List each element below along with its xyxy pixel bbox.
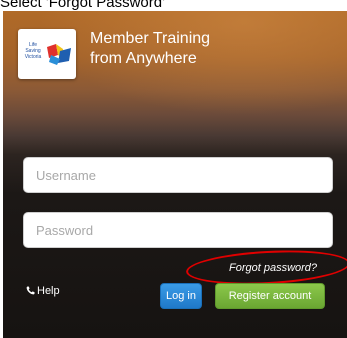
phone-icon [26, 286, 35, 295]
caption-text: Select 'Forgot Password' [0, 0, 165, 11]
logo-line-victoria: Victoria [24, 54, 42, 60]
logo-flag-icon [47, 44, 71, 65]
login-button[interactable]: Log in [160, 283, 202, 309]
logo-text: Life Saving Victoria [21, 42, 45, 60]
register-account-button[interactable]: Register account [215, 283, 325, 309]
login-screen: Life Saving Victoria Member Training fro… [3, 11, 347, 338]
life-saving-victoria-logo: Life Saving Victoria [18, 29, 76, 79]
app-title-line-2: from Anywhere [90, 50, 197, 67]
app-title-line-1: Member Training [90, 30, 211, 47]
help-link[interactable]: Help [26, 285, 60, 298]
help-label: Help [37, 285, 60, 297]
password-input[interactable] [23, 212, 333, 248]
username-input[interactable] [23, 157, 333, 193]
